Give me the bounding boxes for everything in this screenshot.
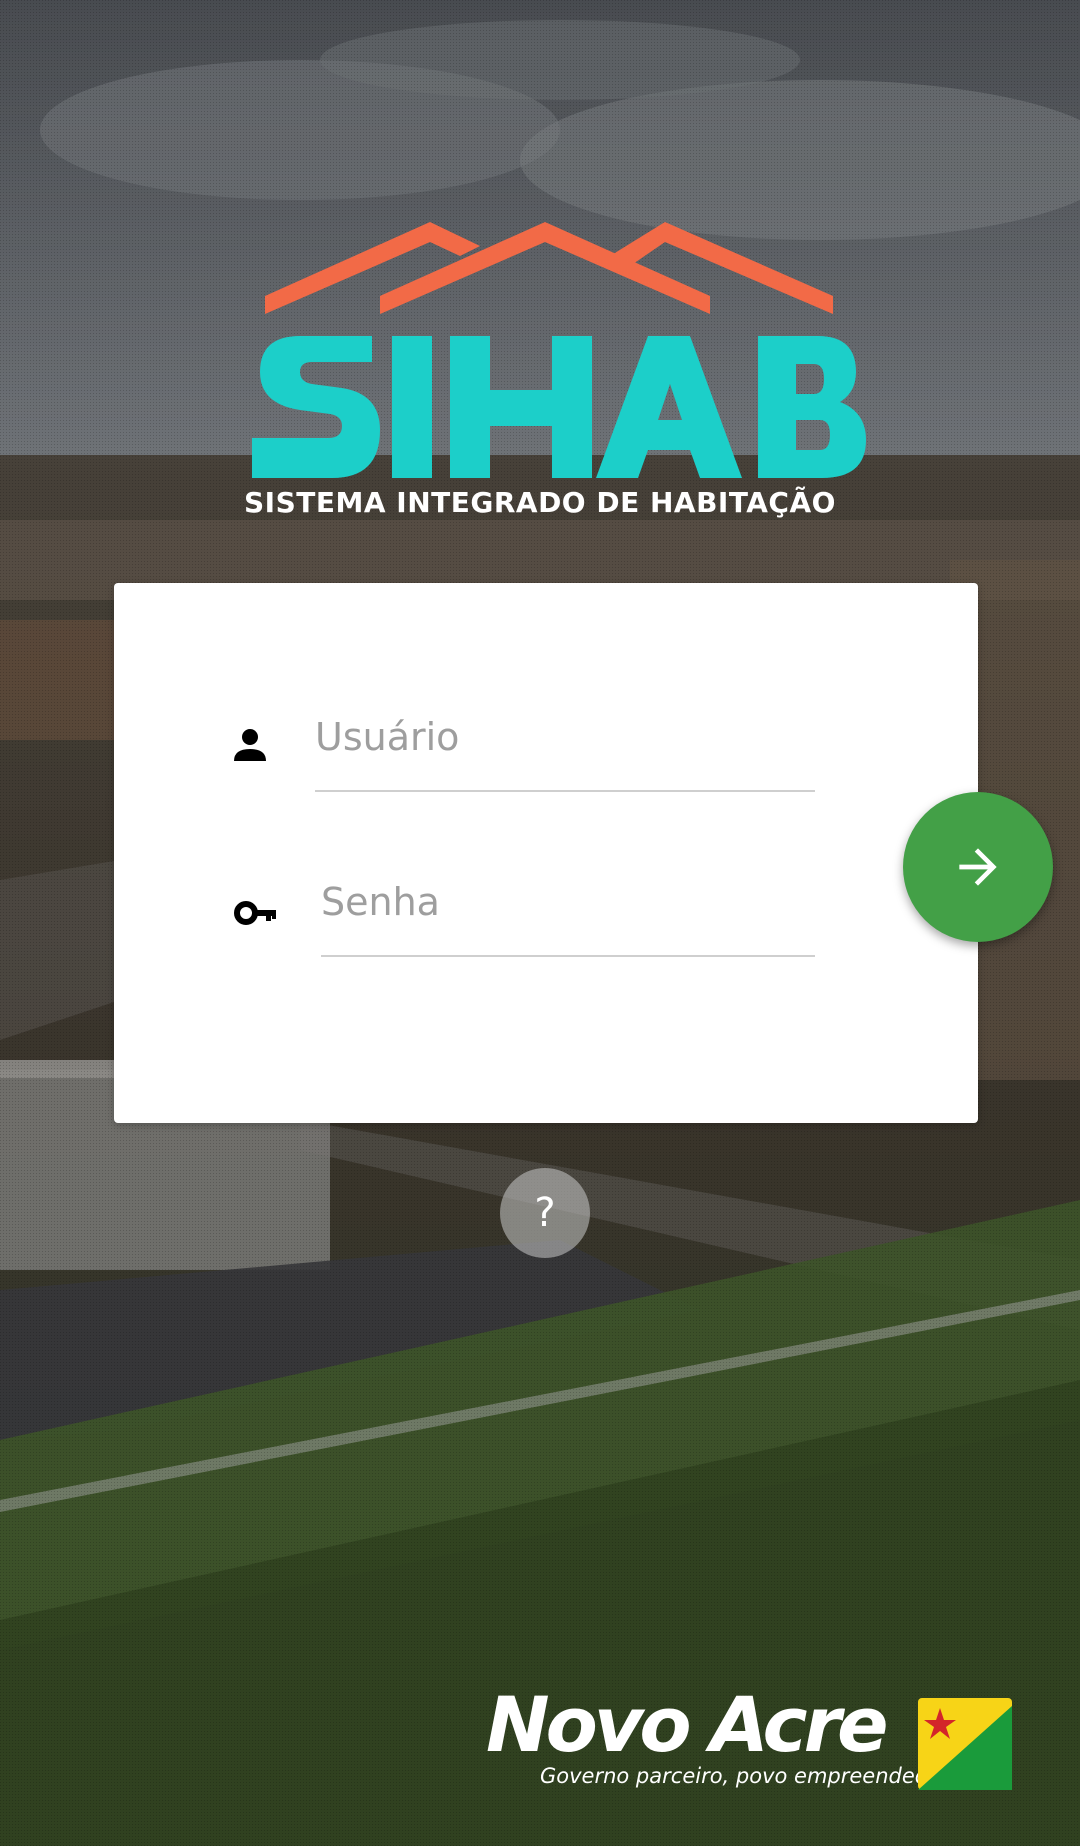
key-icon bbox=[234, 901, 276, 925]
username-input[interactable] bbox=[315, 707, 815, 767]
logo-roof bbox=[265, 222, 833, 314]
arrow-right-icon bbox=[959, 848, 997, 886]
acre-flag-icon bbox=[918, 1698, 1012, 1790]
novo-acre-logo: Novo Acre Governo parceiro, povo empreen… bbox=[480, 1680, 1020, 1800]
help-button[interactable]: ? bbox=[500, 1168, 590, 1258]
logo-wordmark bbox=[252, 336, 866, 478]
password-input[interactable] bbox=[321, 872, 815, 932]
login-submit-button[interactable] bbox=[903, 792, 1053, 942]
login-card bbox=[114, 583, 978, 1123]
username-underline bbox=[315, 790, 815, 792]
password-underline bbox=[321, 955, 815, 957]
brand-name: Novo Acre bbox=[486, 1680, 889, 1769]
brand-tagline: Governo parceiro, povo empreendedor. bbox=[540, 1764, 955, 1788]
sihab-logo bbox=[252, 222, 866, 478]
person-icon bbox=[234, 729, 266, 761]
logo-subtitle: SISTEMA INTEGRADO DE HABITAÇÃO bbox=[244, 486, 836, 519]
